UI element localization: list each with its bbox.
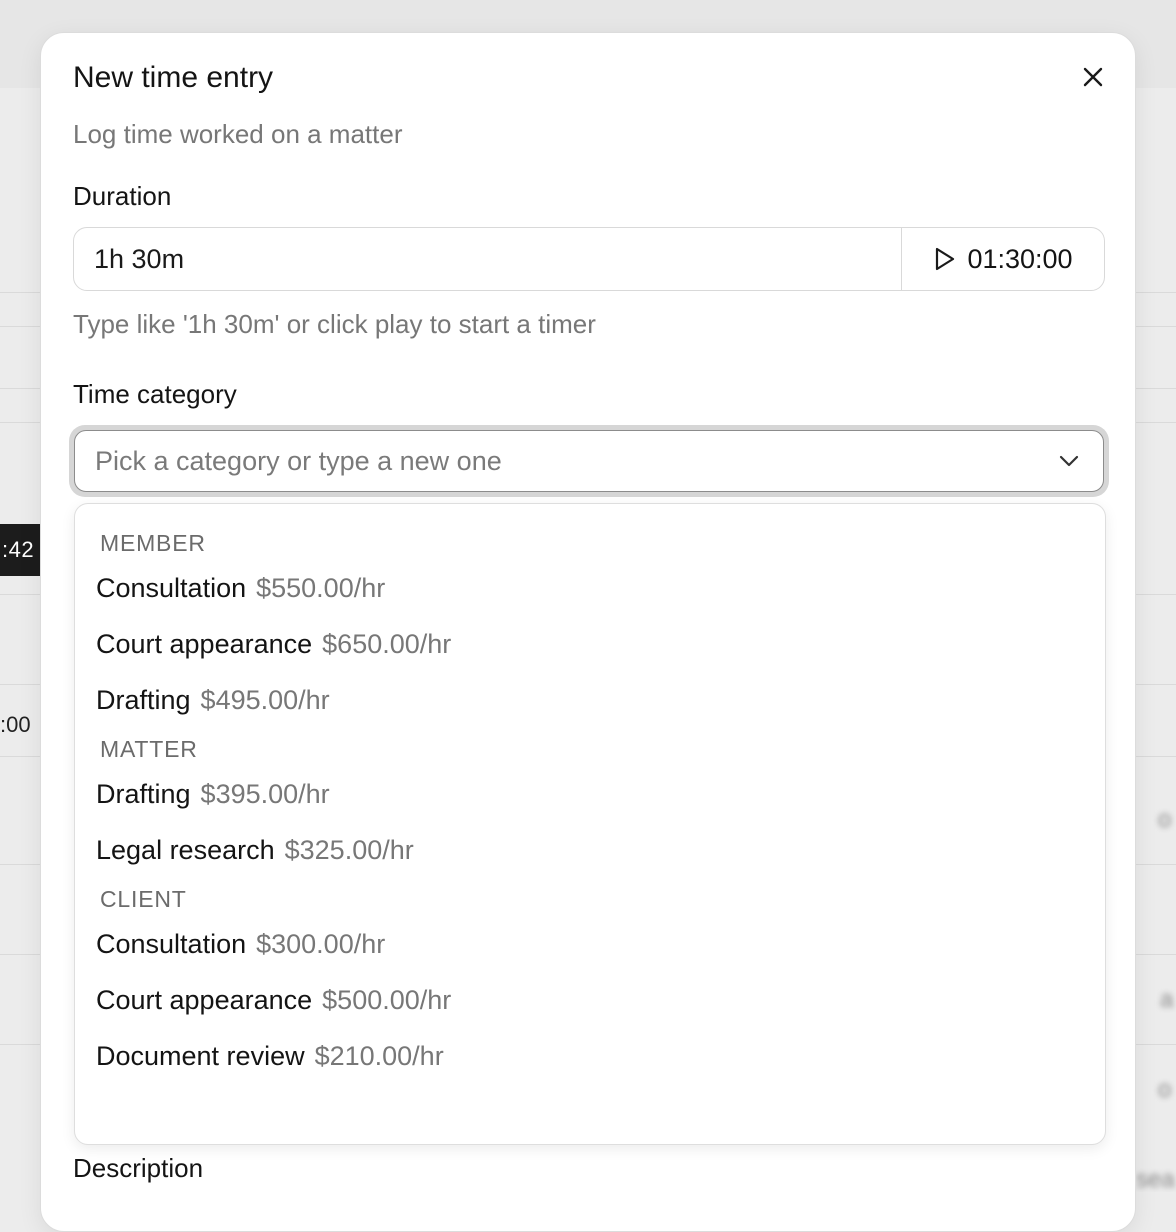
dialog-subtitle: Log time worked on a matter	[73, 119, 403, 149]
background-time-chip: :42	[0, 524, 40, 576]
category-group-member: MEMBER Consultation $550.00/hr Court appe…	[75, 526, 1105, 728]
option-rate: $325.00/hr	[284, 835, 414, 865]
option-name: Court appearance	[96, 629, 313, 659]
duration-hint: Type like '1h 30m' or click play to star…	[73, 309, 596, 339]
time-category-input[interactable]	[75, 445, 1055, 477]
duration-label: Duration	[73, 181, 172, 211]
category-option[interactable]: Court appearance $650.00/hr	[75, 616, 1105, 672]
option-name: Consultation	[96, 573, 247, 603]
timer-display: 01:30:00	[967, 243, 1073, 274]
background-blurred-text: o	[1158, 1076, 1172, 1103]
duration-field: 01:30:00	[73, 227, 1105, 291]
category-option[interactable]: Legal research $325.00/hr	[75, 822, 1105, 878]
option-rate: $395.00/hr	[200, 779, 330, 809]
close-button[interactable]	[1077, 61, 1109, 93]
category-option[interactable]: Court appearance $500.00/hr	[75, 972, 1105, 1028]
chevron-down-icon[interactable]	[1055, 447, 1083, 475]
time-category-dropdown: MEMBER Consultation $550.00/hr Court appe…	[74, 503, 1106, 1145]
group-heading: MEMBER	[100, 530, 206, 556]
category-option[interactable]: Drafting $495.00/hr	[75, 672, 1105, 728]
group-heading: MATTER	[100, 736, 198, 762]
new-time-entry-dialog: New time entry Log time worked on a matt…	[40, 32, 1136, 1232]
time-category-label: Time category	[73, 379, 237, 409]
play-icon	[936, 247, 955, 271]
background-time-text: :00	[0, 712, 31, 737]
category-group-matter: MATTER Drafting $395.00/hr Legal research…	[75, 732, 1105, 878]
category-option[interactable]: Consultation $300.00/hr	[75, 916, 1105, 972]
background-blurred-text: sea	[1136, 1166, 1175, 1192]
option-rate: $500.00/hr	[322, 985, 452, 1015]
category-option[interactable]: Drafting $395.00/hr	[75, 766, 1105, 822]
background-blurred-text: o	[1158, 806, 1172, 833]
category-group-client: CLIENT Consultation $300.00/hr Court appe…	[75, 882, 1105, 1084]
option-rate: $650.00/hr	[322, 629, 452, 659]
option-name: Court appearance	[96, 985, 313, 1015]
description-label: Description	[73, 1153, 204, 1183]
option-name: Consultation	[96, 929, 247, 959]
option-rate: $550.00/hr	[256, 573, 386, 603]
close-icon	[1083, 67, 1103, 87]
option-name: Document review	[96, 1041, 305, 1071]
start-timer-button[interactable]: 01:30:00	[901, 228, 1104, 290]
option-name: Drafting	[96, 779, 191, 809]
option-rate: $210.00/hr	[314, 1041, 444, 1071]
category-option[interactable]: Document review $210.00/hr	[75, 1028, 1105, 1084]
group-heading: CLIENT	[100, 886, 187, 912]
time-category-combobox[interactable]	[74, 430, 1104, 492]
option-rate: $495.00/hr	[200, 685, 330, 715]
duration-input[interactable]	[74, 228, 901, 290]
option-name: Legal research	[96, 835, 275, 865]
category-option[interactable]: Consultation $550.00/hr	[75, 560, 1105, 616]
option-rate: $300.00/hr	[256, 929, 386, 959]
dialog-title: New time entry	[73, 61, 274, 94]
option-name: Drafting	[96, 685, 191, 715]
background-blurred-text: a	[1160, 986, 1174, 1013]
